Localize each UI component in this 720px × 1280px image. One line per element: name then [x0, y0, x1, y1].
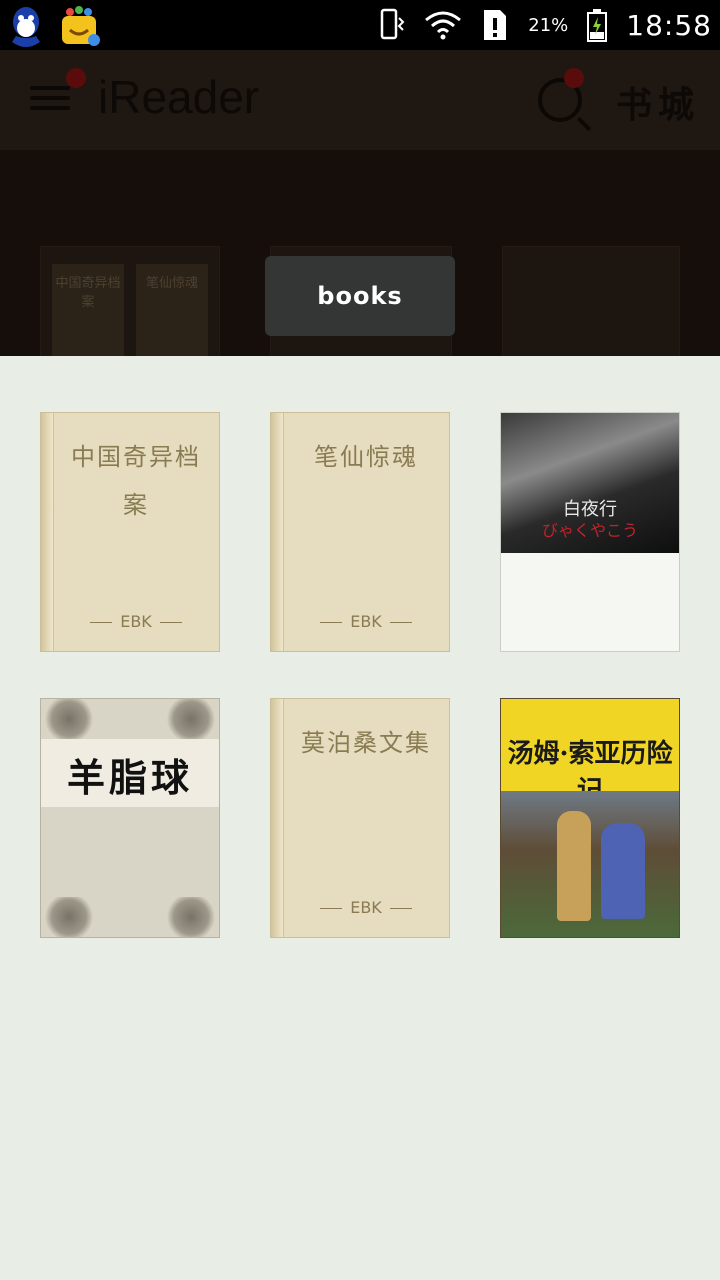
mini-book: 笔仙惊魂: [136, 264, 208, 356]
battery-percent: 21%: [528, 14, 569, 36]
battery-charging-icon: [587, 9, 608, 42]
ornament: [163, 897, 219, 937]
book-item[interactable]: 白夜行 びゃくやこう: [500, 412, 680, 652]
book-item[interactable]: 汤姆·索亚历险记: [500, 698, 680, 938]
ornament: [41, 699, 97, 739]
vibrate-icon: [381, 8, 405, 40]
wifi-icon: [425, 11, 462, 40]
qq-icon: [12, 7, 40, 47]
shelf-book[interactable]: [502, 246, 680, 358]
bookstore-link[interactable]: 书城: [616, 76, 700, 128]
book-subtitle: びゃくやこう: [541, 521, 638, 540]
sim-alert-icon: [484, 10, 507, 40]
cover-figure: [557, 811, 591, 921]
mini-book-title: 笔仙惊魂: [145, 276, 198, 291]
book-title: 羊脂球: [66, 755, 193, 800]
notification-dot: [66, 68, 86, 88]
cover-figure: [601, 823, 645, 919]
app-store-icon: [62, 6, 100, 46]
book-item[interactable]: 笔仙惊魂 EBK: [270, 412, 450, 652]
status-bar: 21% 18:58: [0, 0, 720, 50]
menu-icon[interactable]: [30, 80, 70, 120]
notification-dot: [564, 68, 584, 88]
folder-panel: 中国奇异档案 EBK 笔仙惊魂 EBK 白夜行 びゃくやこう 羊脂球 莫泊桑文集…: [0, 356, 720, 1280]
book-title: 莫泊桑文集: [301, 729, 431, 757]
book-item[interactable]: 莫泊桑文集 EBK: [270, 698, 450, 938]
book-format-tag: EBK: [283, 612, 449, 631]
book-title: 笔仙惊魂: [314, 443, 418, 471]
mini-book: 中国奇异档案: [52, 264, 124, 356]
clock: 18:58: [626, 8, 712, 42]
book-title: 中国奇异档案: [71, 443, 201, 519]
app-title: iReader: [98, 71, 260, 123]
mini-book-title: 中国奇异档案: [55, 276, 121, 310]
book-format-tag: EBK: [283, 898, 449, 917]
book-item[interactable]: 羊脂球: [40, 698, 220, 938]
book-format-tag: EBK: [53, 612, 219, 631]
folder-name-toast: books: [265, 256, 455, 336]
ornament: [41, 897, 97, 937]
ornament: [163, 699, 219, 739]
book-item[interactable]: 中国奇异档案 EBK: [40, 412, 220, 652]
